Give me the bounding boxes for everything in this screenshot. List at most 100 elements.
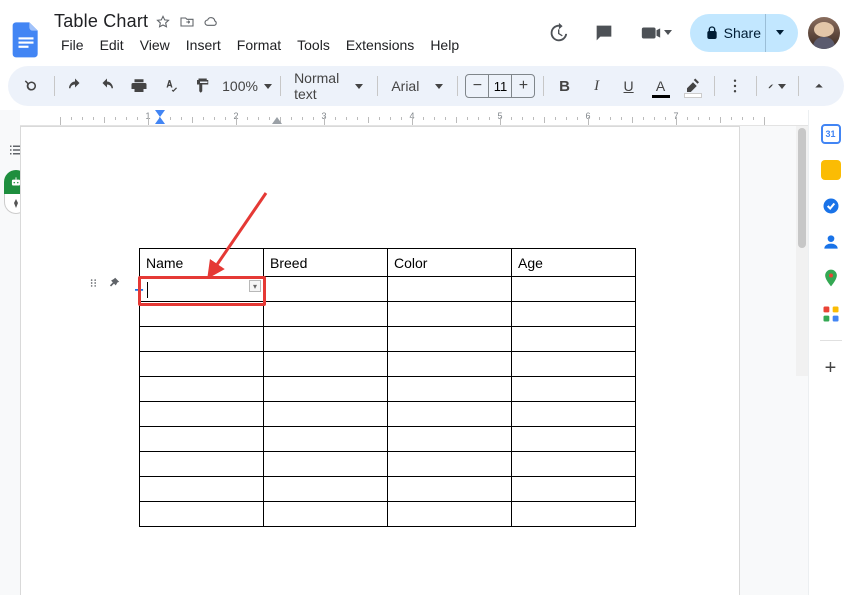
left-indent-marker[interactable]: [155, 110, 165, 117]
cell-dropdown-icon[interactable]: ▾: [249, 280, 261, 292]
table-cell[interactable]: [140, 352, 264, 377]
docs-logo[interactable]: [8, 21, 44, 57]
text-color-icon[interactable]: A: [648, 72, 674, 100]
table-header-cell[interactable]: Age: [512, 249, 636, 277]
menu-edit[interactable]: Edit: [93, 34, 131, 56]
vertical-scrollbar[interactable]: [796, 126, 808, 376]
table-header-row[interactable]: Name Breed Color Age: [140, 249, 636, 277]
font-selector[interactable]: Arial: [385, 78, 449, 94]
table-row[interactable]: [140, 377, 636, 402]
redo-icon[interactable]: [94, 72, 120, 100]
menu-view[interactable]: View: [133, 34, 177, 56]
share-dropdown[interactable]: [765, 14, 794, 52]
menu-insert[interactable]: Insert: [179, 34, 228, 56]
italic-icon[interactable]: I: [584, 72, 610, 100]
table-cell[interactable]: [388, 277, 512, 302]
table-row[interactable]: [140, 402, 636, 427]
table-cell[interactable]: [512, 352, 636, 377]
table-cell[interactable]: [264, 477, 388, 502]
table-cell[interactable]: [512, 477, 636, 502]
table-cell[interactable]: [388, 302, 512, 327]
table-header-cell[interactable]: Breed: [264, 249, 388, 277]
sidepanel-add-icon[interactable]: +: [825, 357, 837, 380]
move-icon[interactable]: [178, 13, 196, 31]
table-cell[interactable]: [264, 352, 388, 377]
sidepanel-maps-icon[interactable]: [821, 268, 841, 288]
table-cell[interactable]: [140, 502, 264, 527]
more-icon[interactable]: [722, 72, 748, 100]
history-icon[interactable]: [540, 15, 576, 51]
font-size-control[interactable]: − +: [465, 74, 535, 98]
table-cell[interactable]: [264, 452, 388, 477]
table-cell[interactable]: [140, 402, 264, 427]
table-row[interactable]: [140, 302, 636, 327]
cloud-status-icon[interactable]: [202, 13, 220, 31]
meet-icon[interactable]: [632, 15, 680, 51]
undo-icon[interactable]: [62, 72, 88, 100]
first-line-indent-marker[interactable]: [155, 117, 165, 124]
table-cell[interactable]: [264, 402, 388, 427]
font-size-input[interactable]: [488, 75, 512, 97]
table-cell[interactable]: [388, 352, 512, 377]
menu-file[interactable]: File: [54, 34, 91, 56]
table-cell[interactable]: [140, 452, 264, 477]
pin-icon[interactable]: [107, 276, 121, 290]
table-cell[interactable]: [264, 502, 388, 527]
horizontal-ruler[interactable]: 1234567: [20, 110, 808, 126]
sidepanel-extra-icon[interactable]: [821, 304, 841, 324]
table-cell[interactable]: [512, 327, 636, 352]
font-size-decrease[interactable]: −: [466, 77, 488, 95]
font-size-increase[interactable]: +: [512, 77, 534, 95]
star-icon[interactable]: [154, 13, 172, 31]
highlight-color-icon[interactable]: [680, 72, 706, 100]
table-cell[interactable]: [140, 377, 264, 402]
sidepanel-calendar-icon[interactable]: 31: [821, 124, 841, 144]
document-table[interactable]: Name Breed Color Age: [139, 248, 636, 527]
table-cell[interactable]: [512, 427, 636, 452]
paragraph-style-selector[interactable]: Normal text: [288, 70, 369, 102]
table-row[interactable]: [140, 277, 636, 302]
table-cell[interactable]: [140, 302, 264, 327]
table-header-cell[interactable]: Name: [140, 249, 264, 277]
menu-tools[interactable]: Tools: [290, 34, 337, 56]
table-cell[interactable]: [512, 377, 636, 402]
menu-help[interactable]: Help: [423, 34, 466, 56]
table-row[interactable]: [140, 452, 636, 477]
table-cell[interactable]: [140, 427, 264, 452]
sidepanel-contacts-icon[interactable]: [821, 232, 841, 252]
table-row[interactable]: [140, 352, 636, 377]
table-cell[interactable]: [264, 327, 388, 352]
table-cell[interactable]: [512, 277, 636, 302]
table-cell[interactable]: [388, 452, 512, 477]
print-icon[interactable]: [126, 72, 152, 100]
comments-icon[interactable]: [586, 15, 622, 51]
table-cell[interactable]: [512, 302, 636, 327]
table-row[interactable]: [140, 327, 636, 352]
menu-format[interactable]: Format: [230, 34, 288, 56]
table-cell[interactable]: [140, 277, 264, 302]
table-cell[interactable]: [388, 502, 512, 527]
account-avatar[interactable]: [808, 17, 840, 49]
document-page[interactable]: + Name Breed Color Age ▾: [20, 126, 740, 595]
table-cell[interactable]: [140, 327, 264, 352]
zoom-selector[interactable]: 100%: [222, 78, 272, 94]
table-cell[interactable]: [388, 327, 512, 352]
sidepanel-keep-icon[interactable]: [821, 160, 841, 180]
menu-extensions[interactable]: Extensions: [339, 34, 421, 56]
table-cell[interactable]: [264, 377, 388, 402]
share-button[interactable]: Share: [690, 14, 798, 52]
underline-icon[interactable]: U: [616, 72, 642, 100]
table-cell[interactable]: [512, 452, 636, 477]
table-cell[interactable]: [264, 302, 388, 327]
table-cell[interactable]: [264, 427, 388, 452]
table-cell[interactable]: [512, 402, 636, 427]
table-row[interactable]: [140, 427, 636, 452]
collapse-toolbar-icon[interactable]: [806, 72, 832, 100]
editing-mode-icon[interactable]: [764, 72, 790, 100]
table-cell[interactable]: [388, 402, 512, 427]
table-row[interactable]: [140, 502, 636, 527]
bold-icon[interactable]: B: [552, 72, 578, 100]
sidepanel-tasks-icon[interactable]: [821, 196, 841, 216]
drag-handle-icon[interactable]: [87, 276, 101, 290]
document-title[interactable]: Table Chart: [54, 11, 148, 32]
